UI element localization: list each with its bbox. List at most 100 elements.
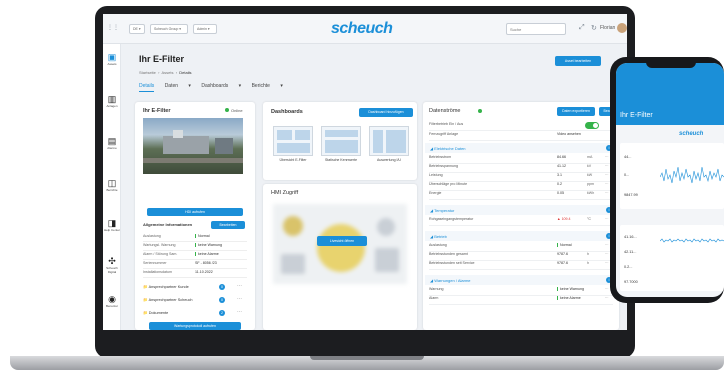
contact-scheuch[interactable]: 📁 Ansprechpartner Scheuch 0 ⋯ <box>143 296 247 307</box>
group-select[interactable]: Scheuch Group ▾ <box>150 24 188 34</box>
nav-scheuch-digital[interactable]: ✣ Scheuch Digital <box>103 256 121 274</box>
more-icon[interactable]: ⋯ <box>605 164 609 168</box>
hdi-button[interactable]: HDI aufrufen <box>147 208 243 216</box>
more-icon[interactable]: ⋯ <box>605 261 609 265</box>
top-bar: ⋮⋮ DE ▾ Scheuch Group ▾ Admin ▾ scheuch … <box>103 14 627 44</box>
laptop-base <box>10 356 724 370</box>
contact-label: Ansprechpartner Kunde <box>148 285 189 289</box>
nav-help-center[interactable]: ◨ Help Center <box>103 218 121 232</box>
row-unit: kW <box>587 173 593 177</box>
edit-asset-button[interactable]: Asset bearbeiten <box>555 56 601 66</box>
row-value: ▲ 109.4 <box>557 217 571 221</box>
dashboards-card: Dashboards Dashboard hinzufügen Übersich… <box>263 102 417 180</box>
info-label: Seriennummer <box>143 261 167 265</box>
row-unit: kV <box>587 164 592 168</box>
row-value: 9787.6 <box>557 261 568 265</box>
expand-icon[interactable]: ⤢ <box>579 24 585 32</box>
breadcrumb-home[interactable]: Startseite <box>139 70 156 75</box>
filter-toggle[interactable] <box>585 122 599 129</box>
documents[interactable]: 📁 Dokumente 2 ⋯ <box>143 309 247 320</box>
export-data-button[interactable]: Daten exportieren <box>557 107 595 116</box>
row-value: 3.1 <box>557 173 562 177</box>
scheuch-logo: scheuch <box>331 20 393 37</box>
video-link[interactable]: Video ansehen <box>557 132 581 136</box>
row-label: Warnung <box>429 287 444 291</box>
add-dashboard-button[interactable]: Dashboard hinzufügen <box>359 108 413 117</box>
more-icon[interactable]: ⋯ <box>605 191 609 195</box>
phone-value: 9847.99 <box>624 193 638 197</box>
contact-customer[interactable]: 📁 Ansprechpartner Kunde 0 ⋯ <box>143 283 247 294</box>
language-select[interactable]: DE ▾ <box>129 24 145 34</box>
more-icon[interactable]: ⋯ <box>605 173 609 177</box>
info-label: Installationsdatum <box>143 270 172 274</box>
dashboard-thumb-static[interactable] <box>321 126 361 156</box>
search-input[interactable]: Suche <box>506 23 566 35</box>
dashboard-thumb-iu[interactable] <box>369 126 409 156</box>
plant-icon: ▥ <box>107 94 117 104</box>
grid-icon[interactable]: ⋮⋮ <box>107 24 119 31</box>
nav-benutzer[interactable]: ◉ Benutzer <box>103 294 121 308</box>
tab-bar: Details Daten ▾ Dashboards ▾ Berichte ▾ <box>139 83 292 92</box>
more-icon[interactable]: ⋯ <box>605 243 609 247</box>
info-row: Alarm / Störung Sam. keine Alarme <box>143 252 247 260</box>
phone-chart-card-bottom: 41.16... 42.11... 0.2... 97.7000 <box>620 225 724 291</box>
phone-value: 0... <box>624 173 630 177</box>
nav-label: Anlagen <box>106 104 118 108</box>
more-icon[interactable]: ⋯ <box>237 309 242 315</box>
more-icon[interactable]: ⋯ <box>605 182 609 186</box>
more-icon[interactable]: ⋯ <box>605 252 609 256</box>
more-icon[interactable]: ⋯ <box>605 217 609 221</box>
data-row: Betriebsspannung 41.12 kV ⋯ <box>429 164 613 173</box>
row-label: Auslastung <box>429 243 447 247</box>
dashboards-title: Dashboards <box>271 109 303 115</box>
row-label: Betriebsstunden seit Service <box>429 261 475 265</box>
group-warnings[interactable]: ◢ Warnungen / Alarme i <box>425 275 615 285</box>
info-value: Normal <box>195 234 210 238</box>
contact-label: Ansprechpartner Scheuch <box>148 298 193 302</box>
tab-dashboards[interactable]: Dashboards ▾ <box>201 83 241 89</box>
row-label: Filterbetrieb Ein / Aus <box>429 122 464 126</box>
more-icon[interactable]: ⋯ <box>605 287 609 291</box>
refresh-icon[interactable]: ↻ <box>591 24 597 32</box>
avatar[interactable] <box>617 23 627 33</box>
report-icon: ◫ <box>107 178 117 188</box>
info-value: keine Alarme <box>195 252 219 256</box>
tab-daten[interactable]: Daten ▾ <box>165 83 191 89</box>
tab-details[interactable]: Details <box>139 83 155 92</box>
data-row: Betriebsstunden gesamt 9787.6 h ⋯ <box>429 252 613 261</box>
nav-assets[interactable]: ▣ Assets <box>103 52 121 66</box>
language-value: DE <box>133 27 138 31</box>
row-label: Alarm <box>429 296 439 300</box>
user-name[interactable]: Florian <box>600 25 615 31</box>
edit-info-button[interactable]: Bearbeiten <box>211 221 245 229</box>
row-value: keine Alarme <box>557 296 581 300</box>
nav-alarme[interactable]: ▤ Alarme <box>103 136 121 150</box>
group-temperature[interactable]: ◢ Temperatur i <box>425 205 615 215</box>
group-electrical[interactable]: ◢ Elektrische Daten i <box>425 143 615 153</box>
count-badge: 2 <box>219 310 225 316</box>
breadcrumb-assets[interactable]: Assets <box>161 70 173 75</box>
nav-berichte[interactable]: ◫ Berichte <box>103 178 121 192</box>
more-icon[interactable]: ⋯ <box>605 296 609 300</box>
data-row: Warnung keine Warnung ⋯ <box>429 287 613 296</box>
nav-label: Scheuch Digital <box>106 266 118 274</box>
nav-anlagen[interactable]: ▥ Anlagen <box>103 94 121 108</box>
tab-berichte[interactable]: Berichte ▾ <box>252 83 283 89</box>
more-icon[interactable]: ⋯ <box>605 155 609 159</box>
more-icon[interactable]: ⋯ <box>237 283 242 289</box>
info-row: Installationsdatum 11.10.2022 <box>143 270 247 278</box>
phone-chart-bottom <box>660 238 724 243</box>
row-value: Normal <box>557 243 572 247</box>
open-live-view-button[interactable]: Livesicht öffnen <box>317 236 367 246</box>
group-operation[interactable]: ◢ Betrieb i <box>425 231 615 241</box>
page-title: Ihr E-Filter <box>139 54 185 64</box>
more-icon[interactable]: ⋯ <box>237 296 242 302</box>
row-value: keine Warnung <box>557 287 584 291</box>
maintenance-button[interactable]: Wartungsprotokoll aufrufen <box>149 322 241 330</box>
data-row: Rohgaseingangstemperatur ▲ 109.4 °C ⋯ <box>429 217 613 226</box>
info-label: Wartungsl. Warnung <box>143 243 176 247</box>
role-select[interactable]: Admin ▾ <box>193 24 217 34</box>
app-screen: ⋮⋮ DE ▾ Scheuch Group ▾ Admin ▾ scheuch … <box>103 14 627 330</box>
dashboard-thumb-overview[interactable] <box>273 126 313 156</box>
row-label: Rohgaseingangstemperatur <box>429 217 474 221</box>
